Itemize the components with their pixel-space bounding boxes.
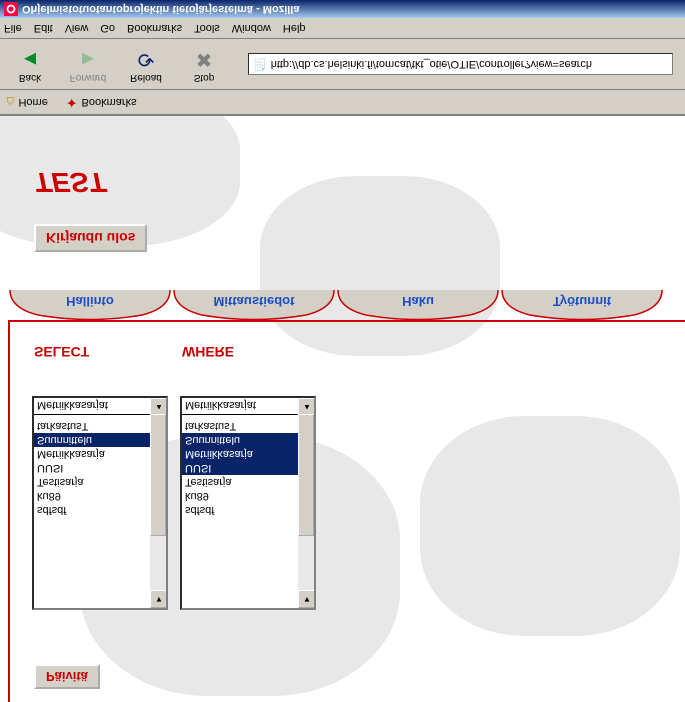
- menu-go[interactable]: Go: [100, 22, 115, 34]
- scroll-down-icon[interactable]: ▼: [298, 590, 316, 608]
- scrollbar[interactable]: ▲ ▼: [150, 398, 166, 608]
- scroll-thumb[interactable]: [150, 414, 166, 536]
- list-item[interactable]: tarkastusT: [182, 419, 298, 433]
- list-item[interactable]: sdfsdf: [34, 503, 150, 517]
- list-item[interactable]: Metriikkasarjat: [34, 398, 150, 412]
- page-icon: 📄: [253, 58, 267, 71]
- logout-button[interactable]: Kirjaudu ulos: [34, 224, 147, 252]
- tab-mittaustiedot[interactable]: Mittaustiedot: [172, 290, 336, 320]
- forward-button: ► Forward: [64, 46, 112, 83]
- reload-icon: ⟳: [138, 46, 155, 72]
- menu-window[interactable]: Window: [232, 22, 271, 34]
- bookmarks-label: Bookmarks: [82, 96, 137, 108]
- page-content: TEST Kirjaudu ulos Hallinto Mittaustiedo…: [0, 116, 685, 702]
- window-title: Ohjelmistotuotantoprojektin tietojärjest…: [22, 3, 299, 15]
- stop-button: ✖ Stop: [180, 46, 228, 83]
- forward-arrow-icon: ►: [78, 46, 98, 72]
- page-title: TEST: [34, 166, 106, 198]
- menu-bar: File Edit View Go Bookmarks Tools Window…: [0, 18, 685, 39]
- tab-hallinto[interactable]: Hallinto: [8, 290, 172, 320]
- list-item[interactable]: ku89: [34, 489, 150, 503]
- update-button[interactable]: Päivitä: [34, 664, 100, 689]
- scroll-thumb[interactable]: [298, 414, 314, 536]
- tab-bar: Hallinto Mittaustiedot Haku Työtunnit: [8, 290, 664, 330]
- menu-file[interactable]: File: [4, 22, 22, 34]
- home-icon: ⌂: [6, 94, 14, 110]
- stop-label: Stop: [194, 72, 215, 83]
- list-item[interactable]: Suunnittelu: [34, 433, 150, 447]
- scroll-down-icon[interactable]: ▼: [150, 590, 168, 608]
- reload-label: Reload: [130, 72, 162, 83]
- bookmarks-icon: ✦: [66, 94, 78, 111]
- list-item[interactable]: Metriikkasarja: [182, 447, 298, 461]
- list-item[interactable]: Metriikkasarja: [34, 447, 150, 461]
- window-titlebar: Ohjelmistotuotantoprojektin tietojärjest…: [0, 0, 685, 18]
- bookmarks-link[interactable]: ✦ Bookmarks: [66, 94, 137, 111]
- list-item[interactable]: UUSI: [34, 461, 150, 475]
- home-label: Home: [18, 96, 47, 108]
- scrollbar[interactable]: ▲ ▼: [298, 398, 314, 608]
- back-button[interactable]: ◄ Back: [6, 46, 54, 83]
- list-item[interactable]: UUSI: [182, 461, 298, 475]
- menu-view[interactable]: View: [65, 22, 89, 34]
- url-bar[interactable]: 📄 http://db.cs.helsinki.fi/tomcat/tkt_ot…: [248, 53, 673, 75]
- tab-haku[interactable]: Haku: [336, 290, 500, 320]
- list-item[interactable]: [182, 414, 298, 417]
- menu-help[interactable]: Help: [283, 22, 306, 34]
- nav-toolbar: ◄ Back ► Forward ⟳ Reload ✖ Stop 📄 http:…: [0, 39, 685, 90]
- list-item[interactable]: sdfsdf: [182, 503, 298, 517]
- list-item[interactable]: Suunnittelu: [182, 433, 298, 447]
- back-label: Back: [19, 72, 41, 83]
- stop-icon: ✖: [196, 46, 213, 72]
- menu-bookmarks[interactable]: Bookmarks: [127, 22, 182, 34]
- select-listbox[interactable]: Metriikkasarjat tarkastusTSuunnitteluMetr…: [32, 396, 168, 610]
- list-item[interactable]: ku89: [182, 489, 298, 503]
- list-item[interactable]: Metriikkasarjat: [182, 398, 298, 412]
- tab-underline: [8, 320, 685, 322]
- back-arrow-icon: ◄: [20, 46, 40, 72]
- url-text: http://db.cs.helsinki.fi/tomcat/tkt_otie…: [271, 58, 592, 70]
- home-link[interactable]: ⌂ Home: [6, 94, 48, 110]
- list-item[interactable]: Testisarja: [182, 475, 298, 489]
- tab-tyotunnit[interactable]: Työtunnit: [500, 290, 664, 320]
- reload-button[interactable]: ⟳ Reload: [122, 46, 170, 83]
- list-item[interactable]: [34, 414, 150, 417]
- list-item[interactable]: Testisarja: [34, 475, 150, 489]
- menu-tools[interactable]: Tools: [194, 22, 220, 34]
- left-border: [8, 320, 10, 702]
- app-icon: [4, 2, 18, 16]
- forward-label: Forward: [70, 72, 107, 83]
- where-listbox[interactable]: Metriikkasarjat tarkastusTSuunnitteluMetr…: [180, 396, 316, 610]
- list-item[interactable]: tarkastusT: [34, 419, 150, 433]
- menu-edit[interactable]: Edit: [34, 22, 53, 34]
- bookmarks-bar: ⌂ Home ✦ Bookmarks: [0, 90, 685, 116]
- select-label: SELECT: [34, 344, 89, 360]
- where-label: WHERE: [182, 344, 234, 360]
